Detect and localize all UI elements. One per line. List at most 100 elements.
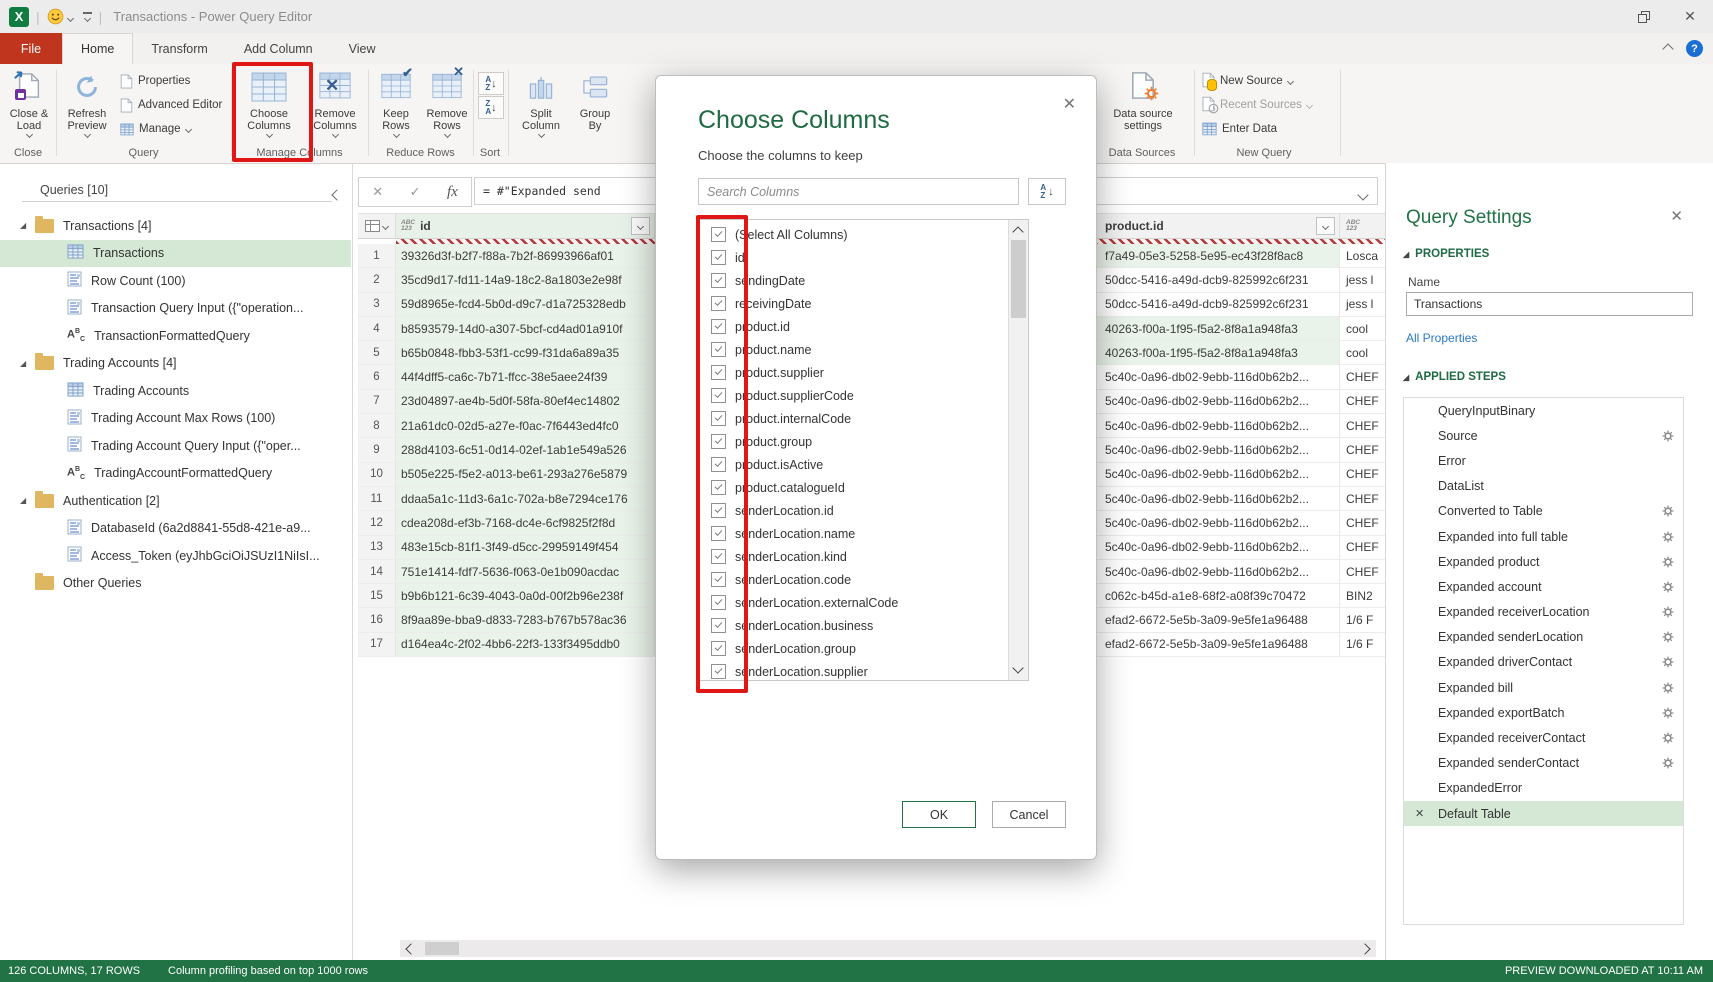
expand-arrow-icon[interactable]: ◢: [20, 496, 35, 505]
checkbox-checked-icon[interactable]: [711, 572, 726, 587]
row-number-cell[interactable]: 6: [358, 365, 396, 388]
partial-cell[interactable]: CHEF: [1340, 390, 1385, 413]
cancel-formula-icon[interactable]: ✕: [372, 184, 383, 200]
product-id-cell[interactable]: efad2-6672-5e5b-3a09-9e5fe1a96488: [1060, 633, 1340, 656]
row-number-cell[interactable]: 8: [358, 414, 396, 437]
horizontal-scrollbar[interactable]: [400, 940, 1376, 957]
query-tree-item[interactable]: ◢ ABC Trading Accounts [4]: [0, 350, 351, 378]
row-number-cell[interactable]: 4: [358, 317, 396, 340]
checkbox-checked-icon[interactable]: [711, 273, 726, 288]
row-number-cell[interactable]: 17: [358, 633, 396, 656]
remove-rows-button[interactable]: ✕ Remove Rows: [422, 68, 472, 137]
row-number-cell[interactable]: 15: [358, 584, 396, 607]
query-tree-item[interactable]: ◢ ABC Trading Account Max Rows (100): [0, 405, 351, 433]
step-settings-gear-icon[interactable]: [1662, 732, 1674, 744]
step-settings-gear-icon[interactable]: [1662, 757, 1674, 769]
applied-step[interactable]: ✕ Expanded exportBatch: [1404, 700, 1683, 725]
cancel-button[interactable]: Cancel: [992, 801, 1066, 828]
product-id-cell[interactable]: 5c40c-0a96-db02-9ebb-116d0b62b2...: [1060, 560, 1340, 583]
id-cell[interactable]: b65b0848-fbb3-53f1-cc99-f31da6a89a35: [396, 341, 655, 364]
list-scrollbar[interactable]: [1008, 220, 1028, 680]
column-checkbox-row[interactable]: senderLocation.externalCode: [699, 591, 1028, 614]
column-checkbox-row[interactable]: receivingDate: [699, 292, 1028, 315]
tab-view[interactable]: View: [331, 34, 394, 64]
commit-formula-icon[interactable]: ✓: [410, 184, 421, 200]
query-tree-item[interactable]: ◢ ABC Row Count (100): [0, 267, 351, 295]
partial-cell[interactable]: jess l: [1340, 293, 1385, 316]
checkbox-checked-icon[interactable]: [711, 457, 726, 472]
column-checkbox-row[interactable]: product.name: [699, 338, 1028, 361]
scroll-right-icon[interactable]: [1354, 945, 1376, 953]
delete-step-icon[interactable]: ✕: [1415, 807, 1424, 820]
partial-cell[interactable]: CHEF: [1340, 560, 1385, 583]
partial-cell[interactable]: cool: [1340, 341, 1385, 364]
applied-step[interactable]: ✕ Expanded bill: [1404, 675, 1683, 700]
column-checkbox-row[interactable]: product.catalogueId: [699, 476, 1028, 499]
row-number-cell[interactable]: 12: [358, 511, 396, 534]
partial-cell[interactable]: Losca: [1340, 244, 1385, 267]
step-settings-gear-icon[interactable]: [1662, 581, 1674, 593]
partial-cell[interactable]: 1/6 F: [1340, 608, 1385, 631]
product-id-cell[interactable]: 5c40c-0a96-db02-9ebb-116d0b62b2...: [1060, 463, 1340, 486]
product-id-cell[interactable]: 5c40c-0a96-db02-9ebb-116d0b62b2...: [1060, 390, 1340, 413]
query-tree-item[interactable]: ◢ ABC Transactions: [0, 240, 351, 268]
query-name-input[interactable]: [1406, 292, 1693, 316]
product-id-cell[interactable]: 40263-f00a-1f95-f5a2-8f8a1a948fa3: [1060, 341, 1340, 364]
column-checkbox-row[interactable]: id: [699, 246, 1028, 269]
smiley-dropdown-icon[interactable]: [68, 10, 73, 24]
checkbox-checked-icon[interactable]: [711, 342, 726, 357]
group-by-button[interactable]: Group By: [572, 68, 618, 132]
step-settings-gear-icon[interactable]: [1662, 606, 1674, 618]
product-id-cell[interactable]: 5c40c-0a96-db02-9ebb-116d0b62b2...: [1060, 511, 1340, 534]
remove-columns-button[interactable]: ✕ Remove Columns: [306, 68, 364, 137]
partial-cell[interactable]: cool: [1340, 317, 1385, 340]
collapse-queries-panel-icon[interactable]: [333, 188, 341, 202]
properties-section-header[interactable]: ◢ PROPERTIES: [1403, 248, 1489, 260]
data-source-settings-button[interactable]: Data source settings: [1100, 68, 1186, 132]
applied-step[interactable]: ✕ Expanded receiverContact: [1404, 725, 1683, 750]
step-settings-gear-icon[interactable]: [1662, 631, 1674, 643]
column-checkbox-row[interactable]: product.internalCode: [699, 407, 1028, 430]
close-window-button[interactable]: ✕: [1667, 0, 1713, 33]
refresh-preview-button[interactable]: Refresh Preview: [60, 68, 114, 137]
close-panel-icon[interactable]: ✕: [1670, 207, 1683, 225]
query-tree-item[interactable]: ◢ ABC Access_Token (eyJhbGciOiJSUzI1NiIs…: [0, 542, 351, 570]
id-cell[interactable]: 35cd9d17-fd11-14a9-18c2-8a1803e2e98f: [396, 268, 655, 291]
row-number-cell[interactable]: 14: [358, 560, 396, 583]
step-settings-gear-icon[interactable]: [1662, 556, 1674, 568]
product-id-cell[interactable]: 40263-f00a-1f95-f5a2-8f8a1a948fa3: [1060, 317, 1340, 340]
row-number-cell[interactable]: 3: [358, 293, 396, 316]
column-checkbox-row[interactable]: senderLocation.name: [699, 522, 1028, 545]
profiling-info[interactable]: Column profiling based on top 1000 rows: [168, 965, 368, 977]
query-tree-item[interactable]: ◢ ABC Other Queries: [0, 570, 351, 598]
applied-step[interactable]: ✕ QueryInputBinary: [1404, 398, 1683, 423]
product-id-cell[interactable]: efad2-6672-5e5b-3a09-9e5fe1a96488: [1060, 608, 1340, 631]
tab-file[interactable]: File: [0, 33, 62, 64]
close-dialog-icon[interactable]: ✕: [1063, 94, 1076, 114]
product-id-cell[interactable]: 50dcc-5416-a49d-dcb9-825992c6f231: [1060, 268, 1340, 291]
id-cell[interactable]: cdea208d-ef3b-7168-dc4e-6cf9825f2f8d: [396, 511, 655, 534]
applied-steps-section-header[interactable]: ◢ APPLIED STEPS: [1403, 371, 1506, 383]
recent-sources-button[interactable]: Recent Sources: [1202, 95, 1312, 115]
partial-cell[interactable]: CHEF: [1340, 365, 1385, 388]
applied-step[interactable]: ✕ Expanded product: [1404, 549, 1683, 574]
product-id-cell[interactable]: 5c40c-0a96-db02-9ebb-116d0b62b2...: [1060, 487, 1340, 510]
row-number-cell[interactable]: 2: [358, 268, 396, 291]
id-cell[interactable]: b505e225-f5e2-a013-be61-293a276e5879: [396, 463, 655, 486]
query-tree-item[interactable]: ◢ ABC Trading Account Query Input ({"ope…: [0, 432, 351, 460]
checkbox-checked-icon[interactable]: [711, 641, 726, 656]
applied-step[interactable]: ✕ Expanded driverContact: [1404, 650, 1683, 675]
checkbox-checked-icon[interactable]: [711, 296, 726, 311]
split-column-button[interactable]: Split Column: [514, 68, 568, 137]
column-checkbox-row[interactable]: product.supplier: [699, 361, 1028, 384]
column-checkbox-row[interactable]: senderLocation.supplier: [699, 660, 1028, 681]
column-checkbox-row[interactable]: senderLocation.code: [699, 568, 1028, 591]
product-id-cell[interactable]: 5c40c-0a96-db02-9ebb-116d0b62b2...: [1060, 365, 1340, 388]
id-cell[interactable]: 288d4103-6c51-0d14-02ef-1ab1e549a526: [396, 438, 655, 461]
product-id-cell[interactable]: c062c-b45d-a1e8-68f2-a08f39c70472: [1060, 584, 1340, 607]
product-id-cell[interactable]: 5c40c-0a96-db02-9ebb-116d0b62b2...: [1060, 414, 1340, 437]
tab-home[interactable]: Home: [62, 33, 133, 64]
search-columns-input[interactable]: [698, 178, 1019, 205]
step-settings-gear-icon[interactable]: [1662, 531, 1674, 543]
column-checkbox-row[interactable]: product.group: [699, 430, 1028, 453]
